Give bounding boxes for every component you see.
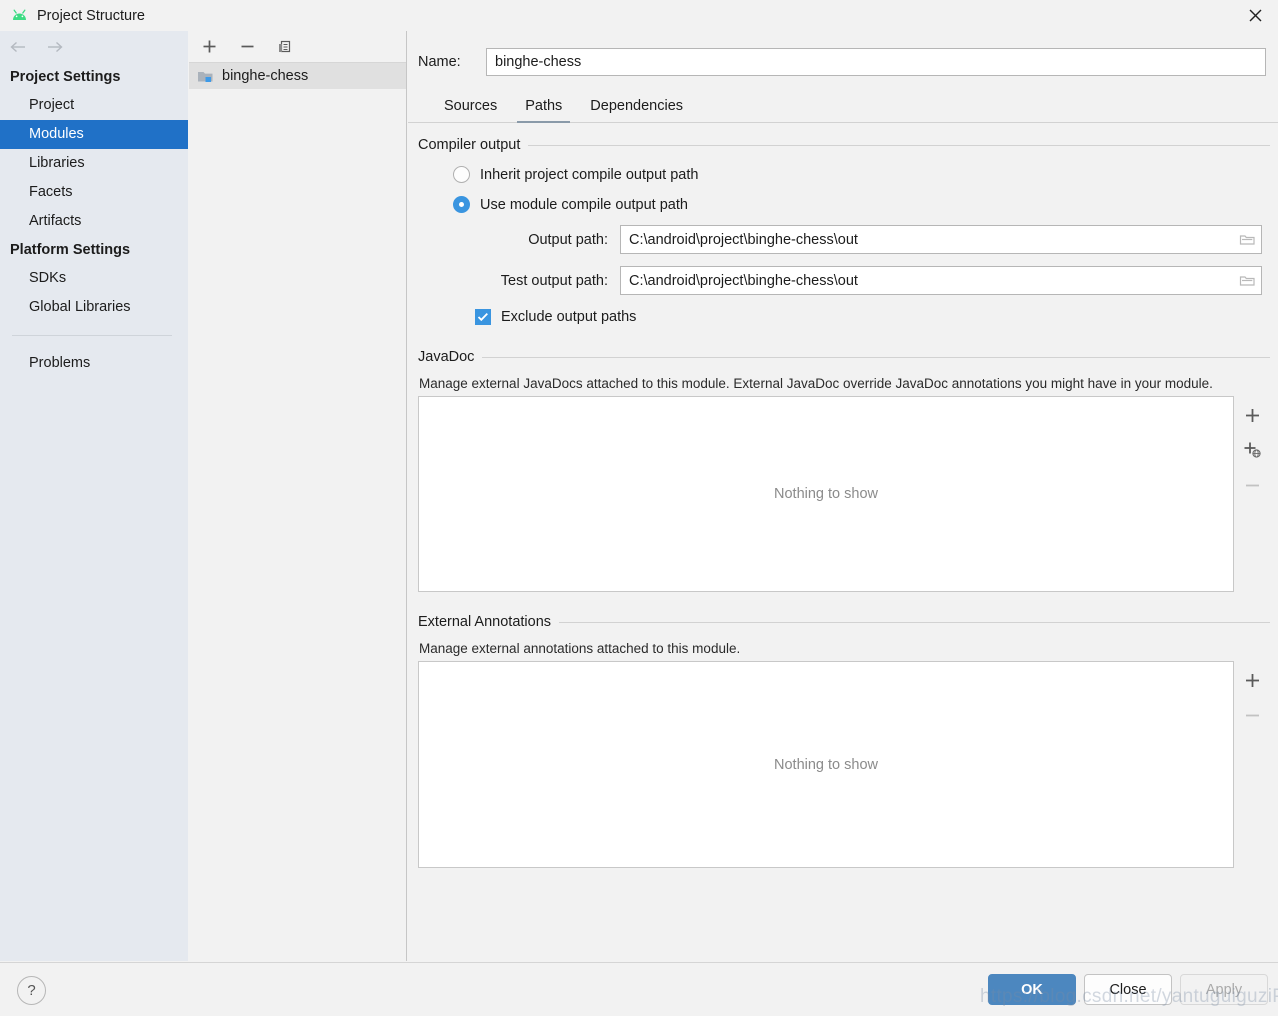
arrow-left-icon[interactable] (8, 37, 28, 57)
module-folder-icon (197, 69, 214, 84)
ok-button[interactable]: OK (988, 974, 1076, 1005)
copy-module-button[interactable] (273, 35, 297, 59)
arrow-right-icon[interactable] (44, 37, 64, 57)
module-name-row: Name: binghe-chess (408, 31, 1278, 76)
javadoc-list-buttons (1234, 396, 1270, 592)
sidebar-item-problems[interactable]: Problems (0, 349, 188, 378)
paths-tab-content: Compiler output Inherit project compile … (408, 137, 1278, 868)
sidebar-item-artifacts[interactable]: Artifacts (0, 207, 188, 236)
javadoc-add-url-button[interactable] (1239, 438, 1265, 462)
exclude-output-paths-checkbox[interactable]: Exclude output paths (418, 309, 1270, 325)
inherit-output-path-label: Inherit project compile output path (480, 166, 699, 183)
annotations-list[interactable]: Nothing to show (418, 661, 1234, 868)
javadoc-group-header: JavaDoc (418, 349, 1270, 365)
annotations-group-title: External Annotations (418, 614, 552, 630)
close-button[interactable]: Close (1084, 974, 1172, 1005)
javadoc-group-title: JavaDoc (418, 349, 475, 365)
sidebar-item-project[interactable]: Project (0, 91, 188, 120)
test-output-path-label: Test output path: (500, 272, 608, 289)
folder-icon[interactable] (1233, 267, 1261, 294)
javadoc-list-wrapper: Nothing to show (418, 396, 1270, 592)
module-list-item[interactable]: binghe-chess (189, 63, 406, 89)
annotations-list-wrapper: Nothing to show (418, 661, 1270, 868)
settings-sidebar: Project Settings Project Modules Librari… (0, 31, 188, 961)
output-path-row: Output path: C:\android\project\binghe-c… (418, 225, 1270, 254)
use-module-output-path-label: Use module compile output path (480, 196, 688, 213)
close-icon[interactable] (1232, 0, 1278, 31)
project-structure-dialog: Project Structure Project Settings Proje… (0, 0, 1278, 1016)
module-list-toolbar (189, 31, 406, 63)
javadoc-empty-text: Nothing to show (774, 486, 878, 502)
test-output-path-value[interactable]: C:\android\project\binghe-chess\out (621, 273, 1233, 289)
group-divider (482, 356, 1270, 358)
javadoc-list[interactable]: Nothing to show (418, 396, 1234, 592)
help-button[interactable]: ? (17, 976, 46, 1005)
test-output-path-field[interactable]: C:\android\project\binghe-chess\out (620, 266, 1262, 295)
output-path-value[interactable]: C:\android\project\binghe-chess\out (621, 232, 1233, 248)
sidebar-item-facets[interactable]: Facets (0, 178, 188, 207)
sidebar-item-global-libraries[interactable]: Global Libraries (0, 293, 188, 322)
javadoc-add-button[interactable] (1239, 403, 1265, 427)
navigation-arrows (0, 31, 188, 63)
annotations-description: Manage external annotations attached to … (419, 641, 741, 656)
output-path-field[interactable]: C:\android\project\binghe-chess\out (620, 225, 1262, 254)
checkbox-checked-icon (475, 309, 491, 325)
compiler-output-group-title: Compiler output (418, 137, 521, 153)
radio-unchecked-icon (453, 166, 470, 183)
apply-button: Apply (1180, 974, 1268, 1005)
sidebar-group-header-project-settings: Project Settings (10, 69, 121, 85)
sidebar-group-header-platform-settings: Platform Settings (10, 242, 131, 258)
module-name-label: Name: (418, 54, 461, 70)
compiler-output-group-header: Compiler output (418, 137, 1270, 153)
test-output-path-row: Test output path: C:\android\project\bin… (418, 266, 1270, 295)
sidebar-item-modules[interactable]: Modules (0, 120, 188, 149)
dialog-footer: ? OK Close Apply (0, 962, 1278, 1016)
module-editor-pane: Name: binghe-chess Sources Paths Depende… (408, 31, 1278, 961)
module-name-input[interactable]: binghe-chess (486, 48, 1266, 76)
annotations-remove-button (1239, 703, 1265, 727)
tab-paths[interactable]: Paths (511, 98, 576, 123)
annotations-add-button[interactable] (1239, 668, 1265, 692)
footer-buttons: OK Close Apply (988, 974, 1268, 1005)
tab-sources[interactable]: Sources (430, 98, 511, 122)
annotations-list-buttons (1234, 661, 1270, 868)
add-module-button[interactable] (197, 35, 221, 59)
use-module-output-path-option[interactable]: Use module compile output path (418, 196, 1270, 213)
inherit-output-path-option[interactable]: Inherit project compile output path (418, 166, 1270, 183)
group-divider (528, 144, 1270, 146)
annotations-group-header: External Annotations (418, 614, 1270, 630)
javadoc-description: Manage external JavaDocs attached to thi… (419, 376, 1213, 391)
group-divider (559, 621, 1270, 623)
radio-checked-icon (453, 196, 470, 213)
javadoc-remove-button (1239, 473, 1265, 497)
sidebar-item-libraries[interactable]: Libraries (0, 149, 188, 178)
sidebar-item-sdks[interactable]: SDKs (0, 264, 188, 293)
annotations-empty-text: Nothing to show (774, 756, 878, 773)
module-list-panel: binghe-chess (189, 31, 407, 961)
android-icon (9, 6, 29, 26)
remove-module-button[interactable] (235, 35, 259, 59)
editor-tabs: Sources Paths Dependencies (408, 90, 1278, 123)
exclude-output-paths-label: Exclude output paths (501, 309, 637, 325)
module-list-item-label: binghe-chess (222, 68, 309, 84)
window-title: Project Structure (37, 7, 145, 24)
tab-dependencies[interactable]: Dependencies (576, 98, 697, 122)
folder-icon[interactable] (1233, 226, 1261, 253)
sidebar-divider (12, 335, 172, 336)
title-bar: Project Structure (0, 0, 1278, 31)
output-path-label: Output path: (528, 231, 608, 248)
